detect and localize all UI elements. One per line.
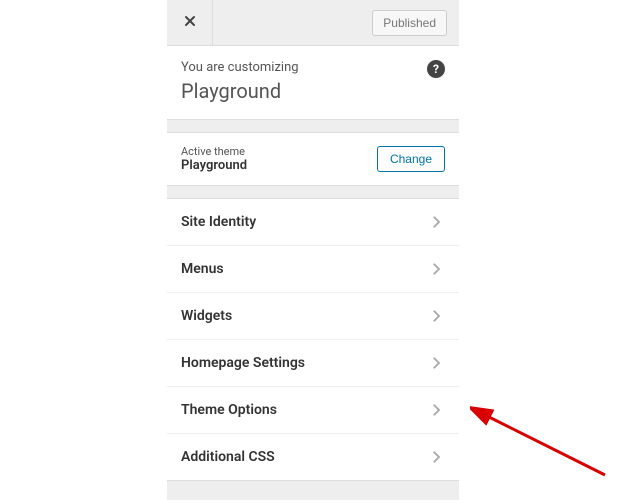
- chevron-right-icon: [427, 401, 445, 419]
- menu-item-additional-css[interactable]: Additional CSS: [167, 433, 459, 480]
- menu-label: Menus: [181, 261, 224, 277]
- change-theme-button[interactable]: Change: [377, 146, 445, 172]
- chevron-right-icon: [427, 307, 445, 325]
- customizing-label: You are customizing: [181, 60, 445, 75]
- divider: [167, 119, 459, 133]
- menu-item-homepage-settings[interactable]: Homepage Settings: [167, 339, 459, 386]
- close-button[interactable]: [167, 0, 213, 46]
- active-theme-label: Active theme: [181, 145, 247, 158]
- menu-label: Widgets: [181, 308, 232, 324]
- menu-item-site-identity[interactable]: Site Identity: [167, 199, 459, 245]
- menu-label: Theme Options: [181, 402, 277, 418]
- menu-item-widgets[interactable]: Widgets: [167, 292, 459, 339]
- intro-section: You are customizing Playground ?: [167, 46, 459, 119]
- chevron-right-icon: [427, 354, 445, 372]
- menu-label: Additional CSS: [181, 449, 275, 465]
- theme-meta: Active theme Playground: [181, 145, 247, 173]
- divider: [167, 185, 459, 199]
- chevron-right-icon: [427, 213, 445, 231]
- menu-list: Site Identity Menus Widgets Homepage Set…: [167, 199, 459, 480]
- top-bar: Published: [167, 0, 459, 46]
- chevron-right-icon: [427, 260, 445, 278]
- menu-label: Site Identity: [181, 214, 256, 230]
- menu-label: Homepage Settings: [181, 355, 305, 371]
- annotation-arrow-icon: [470, 400, 620, 490]
- menu-item-theme-options[interactable]: Theme Options: [167, 386, 459, 433]
- active-theme-row: Active theme Playground Change: [167, 133, 459, 185]
- divider: [167, 480, 459, 500]
- publish-status-button[interactable]: Published: [372, 10, 447, 36]
- site-title: Playground: [181, 79, 445, 103]
- close-icon: [182, 13, 198, 33]
- chevron-right-icon: [427, 448, 445, 466]
- customizer-panel: Published You are customizing Playground…: [167, 0, 459, 500]
- active-theme-name: Playground: [181, 158, 247, 173]
- menu-item-menus[interactable]: Menus: [167, 245, 459, 292]
- help-icon[interactable]: ?: [427, 60, 445, 78]
